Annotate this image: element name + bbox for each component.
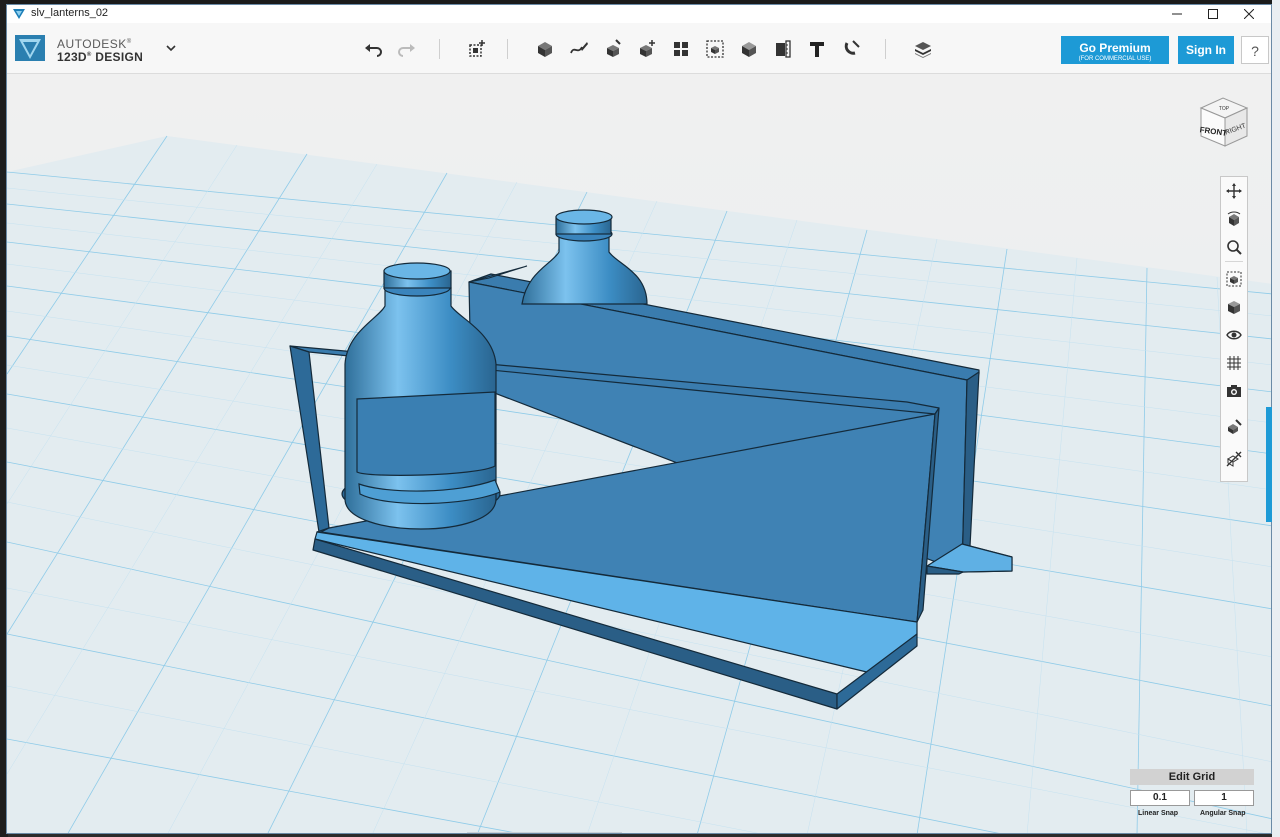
pattern-icon[interactable] (669, 37, 693, 61)
combine-icon[interactable] (737, 37, 761, 61)
chevron-down-icon[interactable] (165, 42, 177, 54)
3d-viewport[interactable]: TOP FRONT RIGHT Edit Grid 0.1 1 Linear S… (7, 74, 1272, 834)
snap-icon[interactable] (839, 37, 863, 61)
minimize-icon (1172, 13, 1182, 15)
construct-icon[interactable] (601, 37, 625, 61)
right-side-tab[interactable] (1266, 407, 1272, 522)
close-icon (1244, 9, 1254, 19)
maximize-icon (1208, 9, 1218, 19)
premium-sublabel: (FOR COMMERCIAL USE) (1078, 56, 1152, 62)
fit-icon[interactable] (1224, 269, 1244, 289)
navigation-bar (1220, 176, 1248, 482)
sketch-icon[interactable] (567, 37, 591, 61)
go-premium-button[interactable]: Go Premium (FOR COMMERCIAL USE) (1061, 36, 1169, 64)
visibility-icon[interactable] (1224, 325, 1244, 345)
outline-icon[interactable] (1224, 449, 1244, 469)
material-toggle-icon[interactable] (1224, 417, 1244, 437)
close-button[interactable] (1231, 5, 1267, 23)
app-window: slv_lanterns_02 AUTODESK® 123D® DESIGN G… (6, 4, 1272, 834)
app-logo-icon (13, 9, 25, 19)
grid-toggle-icon[interactable] (1224, 353, 1244, 373)
desktop-right-edge (1272, 0, 1280, 837)
material-icon[interactable] (911, 37, 935, 61)
window-title: slv_lanterns_02 (31, 7, 109, 19)
view-cube-icon: TOP FRONT RIGHT (1199, 97, 1249, 147)
undo-icon[interactable] (361, 37, 385, 61)
linear-snap-field[interactable]: 0.1 (1130, 790, 1190, 806)
scene-canvas[interactable] (7, 74, 1272, 834)
measure-icon[interactable] (771, 37, 795, 61)
zoom-icon[interactable] (1224, 237, 1244, 257)
premium-label: Go Premium (1079, 41, 1151, 55)
pan-icon[interactable] (1224, 181, 1244, 201)
modify-icon[interactable] (635, 37, 659, 61)
angular-snap-field[interactable]: 1 (1194, 790, 1254, 806)
text-icon[interactable] (805, 37, 829, 61)
view-icon[interactable] (1224, 297, 1244, 317)
viewcube-top-label: TOP (1219, 106, 1230, 112)
viewport-scroll-hint (467, 832, 622, 833)
primitives-icon[interactable] (533, 37, 557, 61)
help-button[interactable]: ? (1241, 36, 1269, 64)
edit-grid-button[interactable]: Edit Grid (1130, 769, 1254, 785)
sign-in-button[interactable]: Sign In (1178, 36, 1234, 64)
camera-icon[interactable] (1224, 381, 1244, 401)
brand-line1: AUTODESK® (57, 37, 132, 51)
orbit-icon[interactable] (1224, 209, 1244, 229)
view-cube[interactable]: TOP FRONT RIGHT (1193, 92, 1253, 152)
main-toolbar: AUTODESK® 123D® DESIGN Go Premium (FOR C… (7, 23, 1271, 74)
grid-panel: Edit Grid 0.1 1 Linear Snap Angular Snap (1130, 769, 1256, 827)
minimize-button[interactable] (1159, 5, 1195, 23)
maximize-button[interactable] (1195, 5, 1231, 23)
brand-line2: 123D® DESIGN (57, 50, 144, 64)
title-bar: slv_lanterns_02 (7, 5, 1271, 23)
redo-icon[interactable] (395, 37, 419, 61)
linear-snap-label: Linear Snap (1138, 810, 1179, 817)
transform-icon[interactable] (465, 37, 489, 61)
grouping-icon[interactable] (703, 37, 727, 61)
angular-snap-label: Angular Snap (1200, 810, 1246, 817)
autodesk-logo-icon[interactable] (13, 31, 47, 65)
